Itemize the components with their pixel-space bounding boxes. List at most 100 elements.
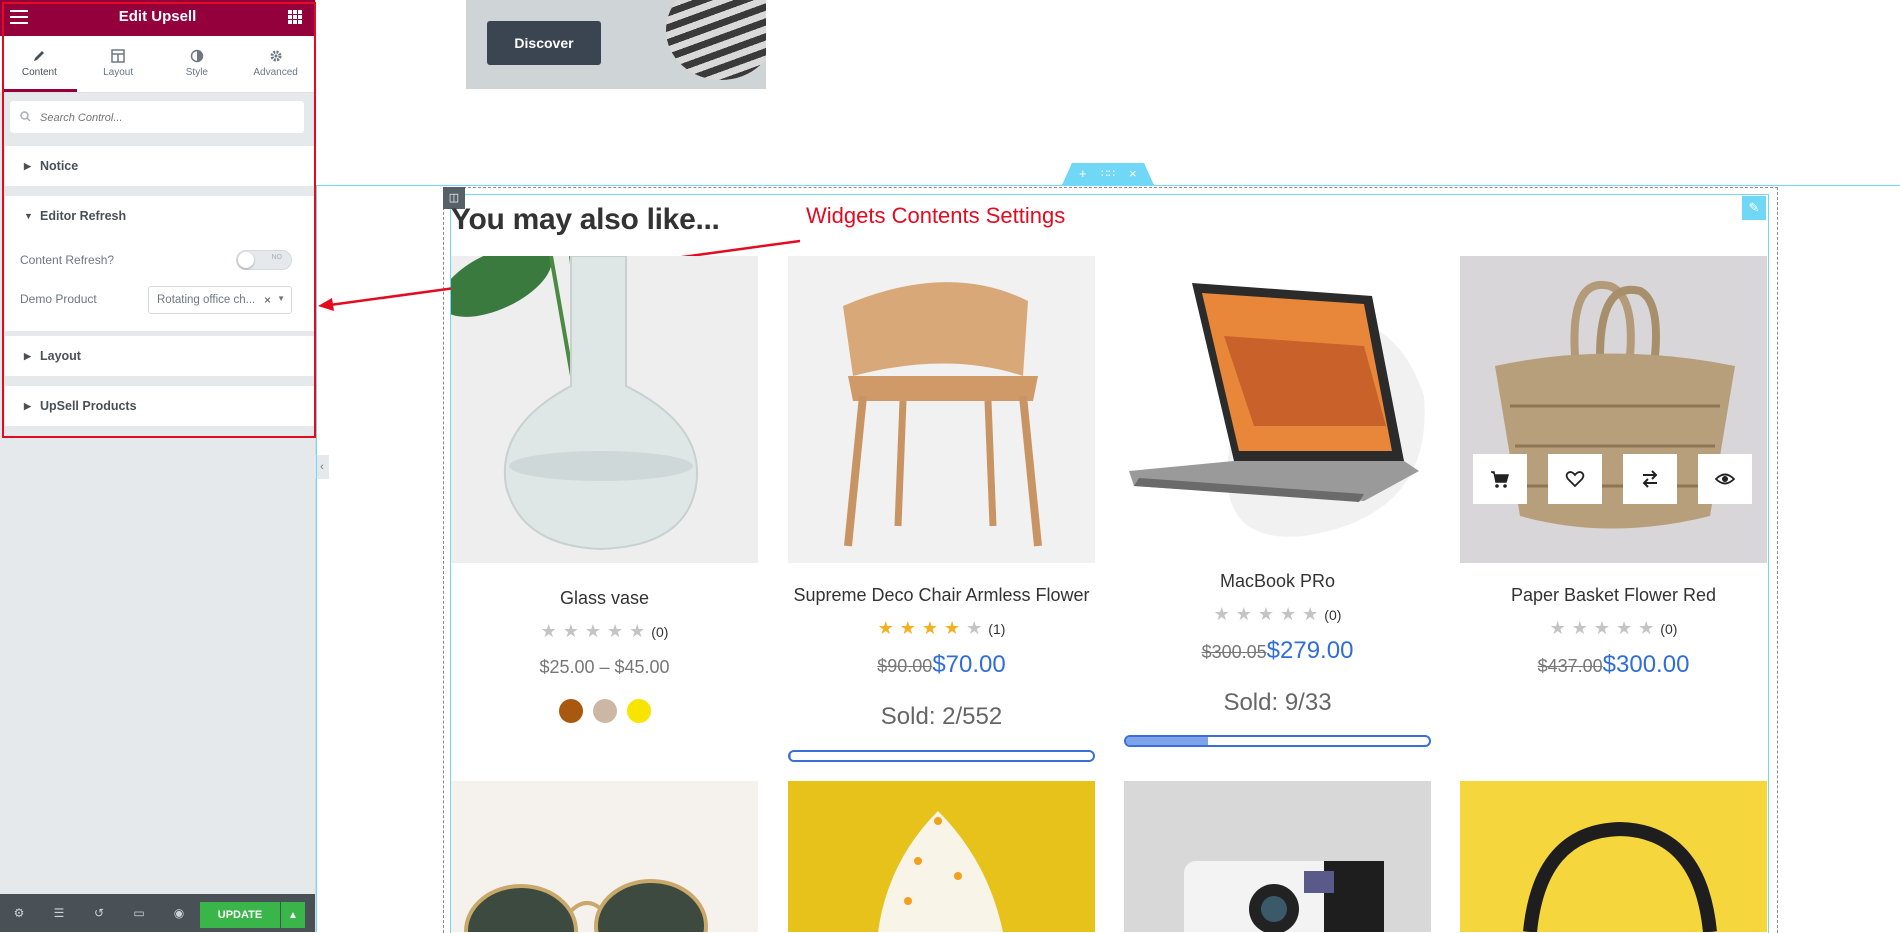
search-input[interactable] — [38, 101, 302, 135]
toggle-knob — [238, 252, 254, 268]
color-swatch[interactable] — [558, 699, 583, 723]
caret-down-icon: ▼ — [24, 211, 33, 221]
half-circle-icon — [190, 49, 204, 63]
product-image-headphones[interactable] — [1460, 781, 1767, 932]
review-count: (0) — [651, 624, 669, 640]
compare-arrows-icon — [1642, 470, 1658, 488]
section-layout-label: Layout — [40, 349, 81, 363]
panel-tabs: Content Layout Style Advanced — [0, 36, 315, 93]
basket-image — [1460, 256, 1767, 563]
add-section-icon[interactable]: + — [1079, 166, 1087, 181]
tab-layout-label: Layout — [103, 67, 134, 78]
eye-icon — [1715, 473, 1735, 485]
edit-widget-pencil-icon[interactable]: ✎ — [1742, 196, 1766, 220]
toggle-state: NO — [271, 254, 283, 261]
section-layout[interactable]: ▶ Layout — [5, 336, 314, 376]
product-image[interactable] — [451, 256, 758, 563]
drag-section-icon[interactable]: ∷∷ — [1101, 167, 1115, 180]
dropdown-arrow-icon[interactable]: ▼ — [277, 294, 285, 303]
product-image[interactable] — [1124, 256, 1431, 548]
panel-header: Edit Upsell — [0, 0, 315, 36]
demo-product-select[interactable]: Rotating office ch... × ▼ — [148, 286, 292, 314]
section-editor-refresh-header[interactable]: ▼ Editor Refresh — [5, 196, 314, 236]
tab-content-label: Content — [21, 67, 57, 78]
wishlist-button[interactable] — [1548, 454, 1602, 504]
laptop-image — [1129, 283, 1425, 537]
product-image-camera[interactable] — [1124, 781, 1431, 932]
product-image-sunglasses[interactable] — [451, 781, 758, 932]
product-rating: ★★★★★(0) — [451, 621, 758, 642]
sunglasses-image — [464, 879, 708, 932]
product-name[interactable]: Paper Basket Flower Red — [1460, 585, 1767, 606]
tab-style-label: Style — [185, 67, 208, 78]
product-name[interactable]: MacBook PRo — [1124, 571, 1431, 592]
discover-button[interactable]: Discover — [487, 21, 601, 65]
delete-section-icon[interactable]: × — [1129, 166, 1137, 181]
demo-product-row: Demo Product Rotating office ch... × ▼ — [20, 286, 292, 314]
section-handle[interactable]: + ∷∷ × — [1062, 163, 1154, 185]
tab-style[interactable]: Style — [158, 36, 237, 92]
caret-right-icon: ▶ — [24, 401, 31, 411]
content-refresh-toggle[interactable]: NO — [236, 250, 292, 270]
product-price-range: $25.00 – $45.00 — [539, 657, 670, 677]
progress-fill — [790, 752, 792, 760]
color-swatch[interactable] — [592, 699, 617, 723]
add-to-cart-button[interactable] — [1473, 454, 1527, 504]
product-image[interactable] — [1460, 256, 1767, 563]
panel-title: Edit Upsell — [118, 8, 197, 25]
striped-sweater-image — [666, 0, 766, 80]
sale-price: $279.00 — [1266, 637, 1354, 664]
section-border-line-left — [316, 185, 317, 932]
sale-price: $70.00 — [932, 651, 1006, 678]
product-image[interactable] — [788, 256, 1095, 563]
navigator-layers-icon[interactable]: ☰ — [52, 906, 66, 920]
color-swatches — [451, 699, 758, 728]
update-options-caret-icon[interactable]: ▲ — [281, 902, 305, 928]
update-button[interactable]: UPDATE — [200, 902, 280, 928]
glass-vase-image — [451, 256, 758, 563]
tab-layout[interactable]: Layout — [79, 36, 158, 92]
compare-button[interactable] — [1623, 454, 1677, 504]
rating-star-icon: ★★★★★ — [1549, 618, 1661, 638]
collapse-panel-icon[interactable]: ‹ — [315, 455, 329, 479]
product-name[interactable]: Supreme Deco Chair Armless Flower — [788, 585, 1095, 606]
demo-product-label: Demo Product — [20, 292, 97, 306]
cupcake-image — [878, 811, 1003, 932]
section-upsell-products[interactable]: ▶ UpSell Products — [5, 386, 314, 426]
sold-count: Sold: 9/33 — [1223, 689, 1332, 716]
cart-icon — [1491, 471, 1509, 488]
tab-content[interactable]: Content — [0, 36, 79, 92]
section-notice[interactable]: ▶ Notice — [5, 146, 314, 186]
product-rating: ★★★★★(0) — [1124, 604, 1431, 625]
pencil-icon — [34, 51, 45, 61]
content-refresh-row: Content Refresh? NO — [20, 250, 292, 270]
rating-star-icon: ★★★★★ — [1213, 604, 1325, 624]
rating-star-icon: ★★★★★ — [540, 621, 652, 641]
gear-icon — [270, 50, 282, 62]
demo-product-value: Rotating office ch... — [157, 294, 256, 306]
product-price: $90.00$70.00 — [788, 651, 1095, 679]
history-icon[interactable]: ↺ — [92, 906, 106, 920]
review-count: (0) — [1660, 621, 1678, 637]
progress-fill — [1126, 737, 1208, 745]
color-swatch[interactable] — [626, 699, 651, 723]
upsell-heading: You may also like... — [451, 203, 720, 236]
sold-progress-bar — [1124, 735, 1431, 747]
chair-image — [788, 256, 1095, 563]
product-name[interactable]: Glass vase — [451, 588, 758, 609]
clear-selection-icon[interactable]: × — [264, 293, 271, 307]
tab-advanced[interactable]: Advanced — [236, 36, 315, 92]
widgets-grid-icon[interactable] — [288, 10, 302, 24]
preview-eye-icon[interactable]: ◉ — [172, 906, 186, 920]
product-rating: ★★★★★(0) — [1460, 618, 1767, 639]
responsive-mode-icon[interactable]: ▭ — [132, 906, 146, 920]
old-price: $437.00 — [1537, 656, 1603, 676]
layout-icon — [111, 49, 125, 63]
section-border-line — [316, 185, 1900, 186]
settings-icon[interactable]: ⚙ — [12, 906, 26, 920]
heart-icon — [1565, 471, 1585, 488]
tab-advanced-label: Advanced — [253, 67, 298, 78]
quick-view-button[interactable] — [1698, 454, 1752, 504]
sale-price: $300.00 — [1602, 651, 1690, 678]
product-image-cupcake[interactable] — [788, 781, 1095, 932]
